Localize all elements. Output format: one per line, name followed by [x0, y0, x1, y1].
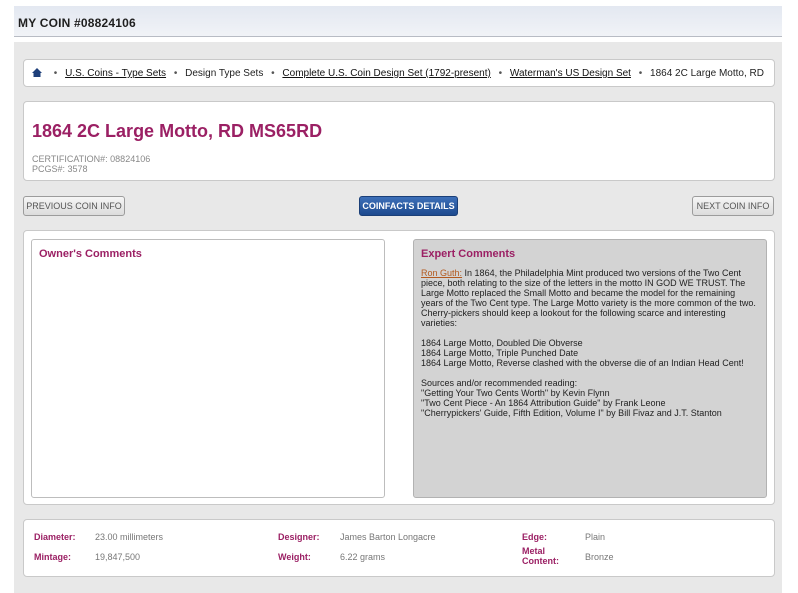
breadcrumb-separator: •: [173, 68, 178, 79]
breadcrumb: • U.S. Coins - Type Sets • Design Type S…: [23, 59, 775, 87]
home-icon[interactable]: [32, 68, 42, 80]
edge-label: Edge:: [522, 532, 548, 542]
certification-number: CERTIFICATION#: 08824106: [32, 154, 151, 164]
variety-item: 1864 Large Motto, Doubled Die Obverse: [421, 338, 583, 348]
variety-item: 1864 Large Motto, Triple Punched Date: [421, 348, 579, 358]
metal-label-line1: Metal: [522, 546, 546, 556]
expert-comments-title: Expert Comments: [421, 248, 516, 260]
mintage-value: 19,847,500: [95, 552, 141, 562]
sources-heading: Sources and/or recommended reading:: [421, 378, 578, 388]
next-coin-button[interactable]: NEXT COIN INFO: [692, 196, 774, 216]
comments-section: Owner's Comments Expert Comments Ron Gut…: [23, 230, 775, 505]
breadcrumb-link-complete-set[interactable]: Complete U.S. Coin Design Set (1792-pres…: [282, 68, 490, 79]
variety-item: 1864 Large Motto, Reverse clashed with t…: [421, 358, 744, 368]
breadcrumb-separator: •: [271, 68, 275, 79]
metal-content-value: Bronze: [585, 552, 614, 562]
page-header: MY COIN #08824106: [14, 6, 782, 37]
diameter-label: Diameter:: [34, 532, 76, 542]
coin-title-box: 1864 2C Large Motto, RD MS65RD CERTIFICA…: [23, 101, 775, 181]
expert-author-link[interactable]: Ron Guth:: [421, 268, 462, 278]
metal-content-label: Metal Content:: [522, 546, 559, 566]
metal-label-line2: Content:: [522, 556, 559, 566]
owner-comments-panel: Owner's Comments: [31, 239, 385, 498]
expert-comments-panel: Expert Comments Ron Guth: In 1864, the P…: [413, 239, 767, 498]
source-item: "Two Cent Piece - An 1864 Attribution Gu…: [421, 398, 666, 408]
expert-sources-list: Sources and/or recommended reading: "Get…: [421, 378, 759, 418]
weight-label: Weight:: [278, 552, 311, 562]
breadcrumb-link-type-sets[interactable]: U.S. Coins - Type Sets: [65, 68, 166, 79]
expert-comments-body: Ron Guth: In 1864, the Philadelphia Mint…: [421, 268, 759, 428]
expert-varieties-list: 1864 Large Motto, Doubled Die Obverse 18…: [421, 338, 759, 368]
page-title: MY COIN #08824106: [18, 16, 136, 30]
weight-value: 6.22 grams: [340, 552, 386, 562]
edge-value: Plain: [585, 532, 606, 542]
source-item: "Getting Your Two Cents Worth" by Kevin …: [421, 388, 610, 398]
pcgs-number: PCGS#: 3578: [32, 164, 88, 174]
diameter-value: 23.00 millimeters: [95, 532, 164, 542]
expert-intro-paragraph: Ron Guth: In 1864, the Philadelphia Mint…: [421, 268, 759, 328]
mintage-label: Mintage:: [34, 552, 71, 562]
breadcrumb-separator: •: [498, 68, 503, 79]
owner-comments-title: Owner's Comments: [39, 248, 142, 260]
breadcrumb-item-design-type-sets: Design Type Sets: [185, 68, 264, 79]
designer-label: Designer:: [278, 532, 320, 542]
source-item: "Cherrypickers' Guide, Fifth Edition, Vo…: [421, 408, 722, 418]
coin-title: 1864 2C Large Motto, RD MS65RD: [32, 121, 323, 141]
expert-intro-text: In 1864, the Philadelphia Mint produced …: [421, 268, 756, 328]
breadcrumb-separator: •: [638, 68, 643, 79]
breadcrumb-link-watermans-set[interactable]: Waterman's US Design Set: [510, 68, 631, 79]
coinfacts-details-button[interactable]: COINFACTS DETAILS: [359, 196, 458, 216]
coin-specs-box: Diameter: 23.00 millimeters Mintage: 19,…: [23, 519, 775, 577]
breadcrumb-current-item: 1864 2C Large Motto, RD: [650, 68, 764, 79]
designer-value: James Barton Longacre: [340, 532, 436, 542]
breadcrumb-separator: •: [53, 68, 58, 79]
previous-coin-button[interactable]: PREVIOUS COIN INFO: [23, 196, 125, 216]
